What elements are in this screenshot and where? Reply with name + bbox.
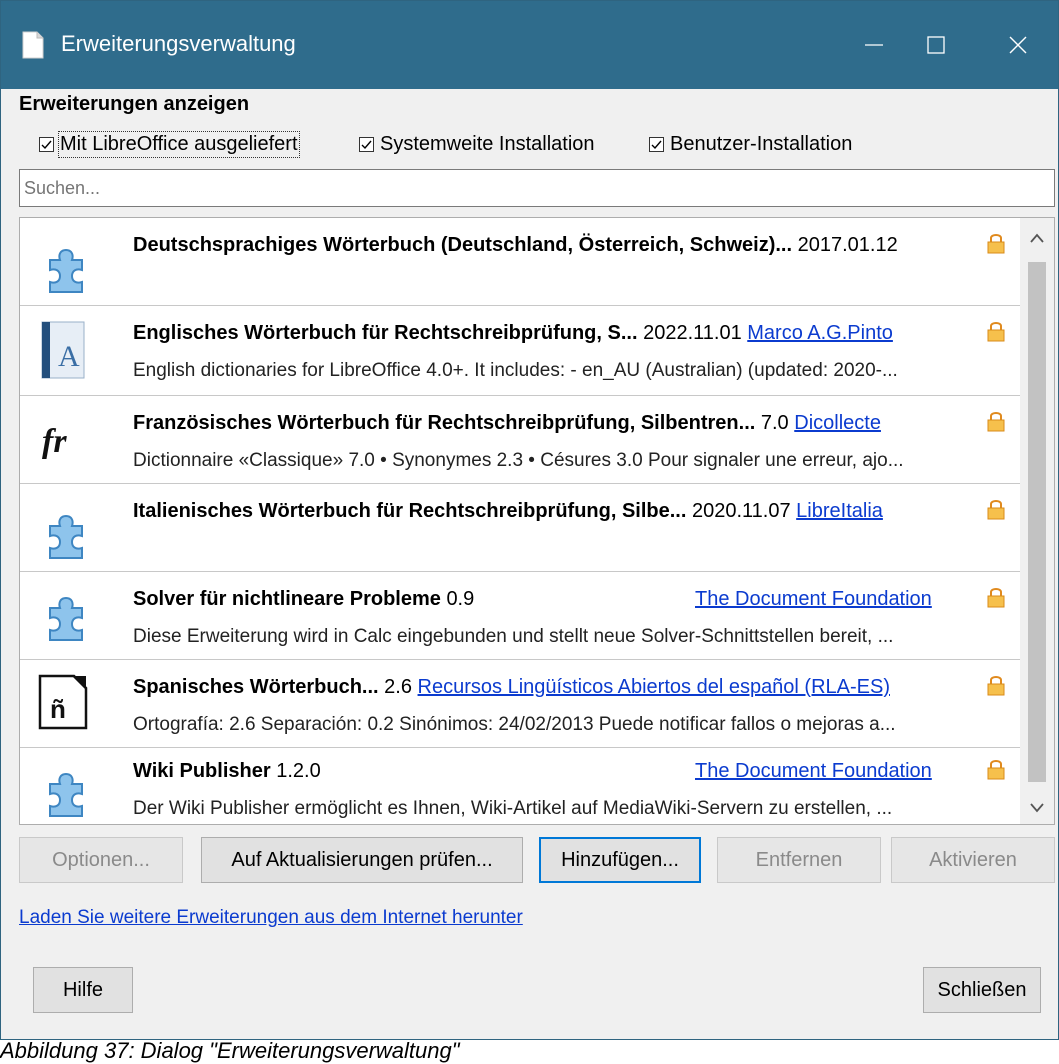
checkbox-bundled[interactable]: Mit LibreOffice ausgeliefert xyxy=(39,131,300,158)
checkbox-checked-icon xyxy=(359,137,374,152)
remove-button[interactable]: Entfernen xyxy=(717,837,881,883)
extension-description: Diese Erweiterung wird in Calc eingebund… xyxy=(133,626,894,647)
puzzle-icon xyxy=(49,596,83,641)
extension-name: Wiki Publisher xyxy=(133,760,271,782)
get-more-extensions-link[interactable]: Laden Sie weitere Erweiterungen aus dem … xyxy=(19,907,523,929)
extension-version: 0.9 xyxy=(446,588,475,610)
list-item[interactable]: Deutschsprachiges Wörterbuch (Deutschlan… xyxy=(20,218,1020,306)
extension-title: Italienisches Wörterbuch für Rechtschrei… xyxy=(133,500,883,523)
help-button[interactable]: Hilfe xyxy=(33,967,133,1013)
checkbox-user[interactable]: Benutzer-Installation xyxy=(649,133,852,156)
check-updates-button[interactable]: Auf Aktualisierungen prüfen... xyxy=(201,837,523,883)
checkbox-shared[interactable]: Systemweite Installation xyxy=(359,133,595,156)
checkbox-shared-label: Systemweite Installation xyxy=(380,133,595,155)
figure-caption: Abbildung 37: Dialog "Erweiterungsverwal… xyxy=(0,1038,460,1063)
list-item[interactable]: Italienisches Wörterbuch für Rechtschrei… xyxy=(20,484,1020,572)
lock-icon xyxy=(987,500,1005,520)
extension-title: Solver für nichtlineare Probleme 0.9 The… xyxy=(133,588,953,611)
title-bar[interactable]: Erweiterungsverwaltung xyxy=(1,1,1058,89)
extension-description: Ortografía: 2.6 Separación: 0.2 Sinónimo… xyxy=(133,714,896,735)
checkbox-user-label: Benutzer-Installation xyxy=(670,133,853,155)
dictionary-a-icon: A xyxy=(41,321,85,379)
extension-list[interactable]: Deutschsprachiges Wörterbuch (Deutschlan… xyxy=(19,217,1055,825)
publisher-link[interactable]: The Document Foundation xyxy=(695,760,932,783)
lock-icon xyxy=(987,412,1005,432)
extension-title: Wiki Publisher 1.2.0 The Document Founda… xyxy=(133,760,953,783)
chevron-down-icon[interactable] xyxy=(1029,802,1045,814)
svg-text:ñ: ñ xyxy=(50,694,66,724)
list-item[interactable]: fr Französisches Wörterbuch für Rechtsch… xyxy=(20,396,1020,484)
extension-description: Der Wiki Publisher ermöglicht es Ihnen, … xyxy=(133,798,893,819)
extension-title: Spanisches Wörterbuch... 2.6 Recursos Li… xyxy=(133,676,890,699)
lock-icon xyxy=(987,588,1005,608)
extension-version: 7.0 xyxy=(760,412,789,434)
publisher-link[interactable]: Marco A.G.Pinto xyxy=(747,322,893,344)
extension-title: Deutschsprachiges Wörterbuch (Deutschlan… xyxy=(133,234,898,257)
minimize-button[interactable] xyxy=(849,21,899,69)
checkbox-checked-icon xyxy=(649,137,664,152)
extension-name: Deutschsprachiges Wörterbuch (Deutschlan… xyxy=(133,234,793,256)
extension-description: Dictionnaire «Classique» 7.0 • Synonymes… xyxy=(133,450,904,471)
svg-text:fr: fr xyxy=(42,423,67,460)
extension-name: Italienisches Wörterbuch für Rechtschrei… xyxy=(133,500,687,522)
publisher-link[interactable]: Recursos Lingüísticos Abiertos del españ… xyxy=(418,676,890,698)
extension-name: Englisches Wörterbuch für Rechtschreibpr… xyxy=(133,322,638,344)
list-item[interactable]: Wiki Publisher 1.2.0 The Document Founda… xyxy=(20,748,1020,824)
extension-title: Englisches Wörterbuch für Rechtschreibpr… xyxy=(133,322,893,345)
checkbox-checked-icon xyxy=(39,137,54,152)
maximize-button[interactable] xyxy=(911,21,961,69)
close-window-button[interactable] xyxy=(993,21,1043,69)
extension-version: 2022.11.01 xyxy=(643,322,742,344)
window-title: Erweiterungsverwaltung xyxy=(61,31,296,56)
minimize-icon xyxy=(865,44,883,46)
puzzle-icon xyxy=(49,772,83,817)
lock-icon xyxy=(987,322,1005,342)
publisher-link[interactable]: LibreItalia xyxy=(796,500,883,522)
checkbox-bundled-label: Mit LibreOffice ausgeliefert xyxy=(58,131,300,158)
extension-version: 2020.11.07 xyxy=(691,500,791,522)
extension-description: English dictionaries for LibreOffice 4.0… xyxy=(133,360,898,381)
extension-version: 2017.01.12 xyxy=(797,234,898,256)
extension-title: Französisches Wörterbuch für Rechtschrei… xyxy=(133,412,881,435)
fr-icon: fr xyxy=(42,423,67,460)
list-item[interactable]: ñ Spanisches Wörterbuch... 2.6 Recursos … xyxy=(20,660,1020,748)
filter-heading: Erweiterungen anzeigen xyxy=(19,93,250,115)
maximize-icon xyxy=(927,36,945,54)
extension-name: Französisches Wörterbuch für Rechtschrei… xyxy=(133,412,756,434)
add-button[interactable]: Hinzufügen... xyxy=(539,837,701,883)
list-item[interactable]: Solver für nichtlineare Probleme 0.9 The… xyxy=(20,572,1020,660)
list-item[interactable]: A Englisches Wörterbuch für Rechtschreib… xyxy=(20,306,1020,396)
lock-icon xyxy=(987,234,1005,254)
extension-version: 2.6 xyxy=(384,676,412,698)
options-button[interactable]: Optionen... xyxy=(19,837,183,883)
puzzle-icon xyxy=(49,514,83,559)
activate-button[interactable]: Aktivieren xyxy=(891,837,1055,883)
chevron-up-icon[interactable] xyxy=(1029,232,1045,244)
extension-name: Solver für nichtlineare Probleme xyxy=(133,588,441,610)
vertical-scrollbar[interactable] xyxy=(1020,218,1054,824)
close-icon xyxy=(1009,36,1027,54)
n-tilde-icon: ñ xyxy=(38,674,88,730)
svg-text:A: A xyxy=(58,340,80,373)
close-button[interactable]: Schließen xyxy=(923,967,1041,1013)
lock-icon xyxy=(987,676,1005,696)
extension-version: 1.2.0 xyxy=(276,760,321,782)
search-input[interactable] xyxy=(19,169,1055,207)
document-icon xyxy=(22,31,44,59)
publisher-link[interactable]: Dicollecte xyxy=(794,412,881,434)
lock-icon xyxy=(987,760,1005,780)
puzzle-icon xyxy=(49,248,83,293)
extension-manager-window: Erweiterungsverwaltung Erweiterungen anz… xyxy=(0,0,1059,1040)
publisher-link[interactable]: The Document Foundation xyxy=(695,588,932,611)
extension-name: Spanisches Wörterbuch... xyxy=(133,676,379,698)
scrollbar-thumb[interactable] xyxy=(1028,262,1046,782)
